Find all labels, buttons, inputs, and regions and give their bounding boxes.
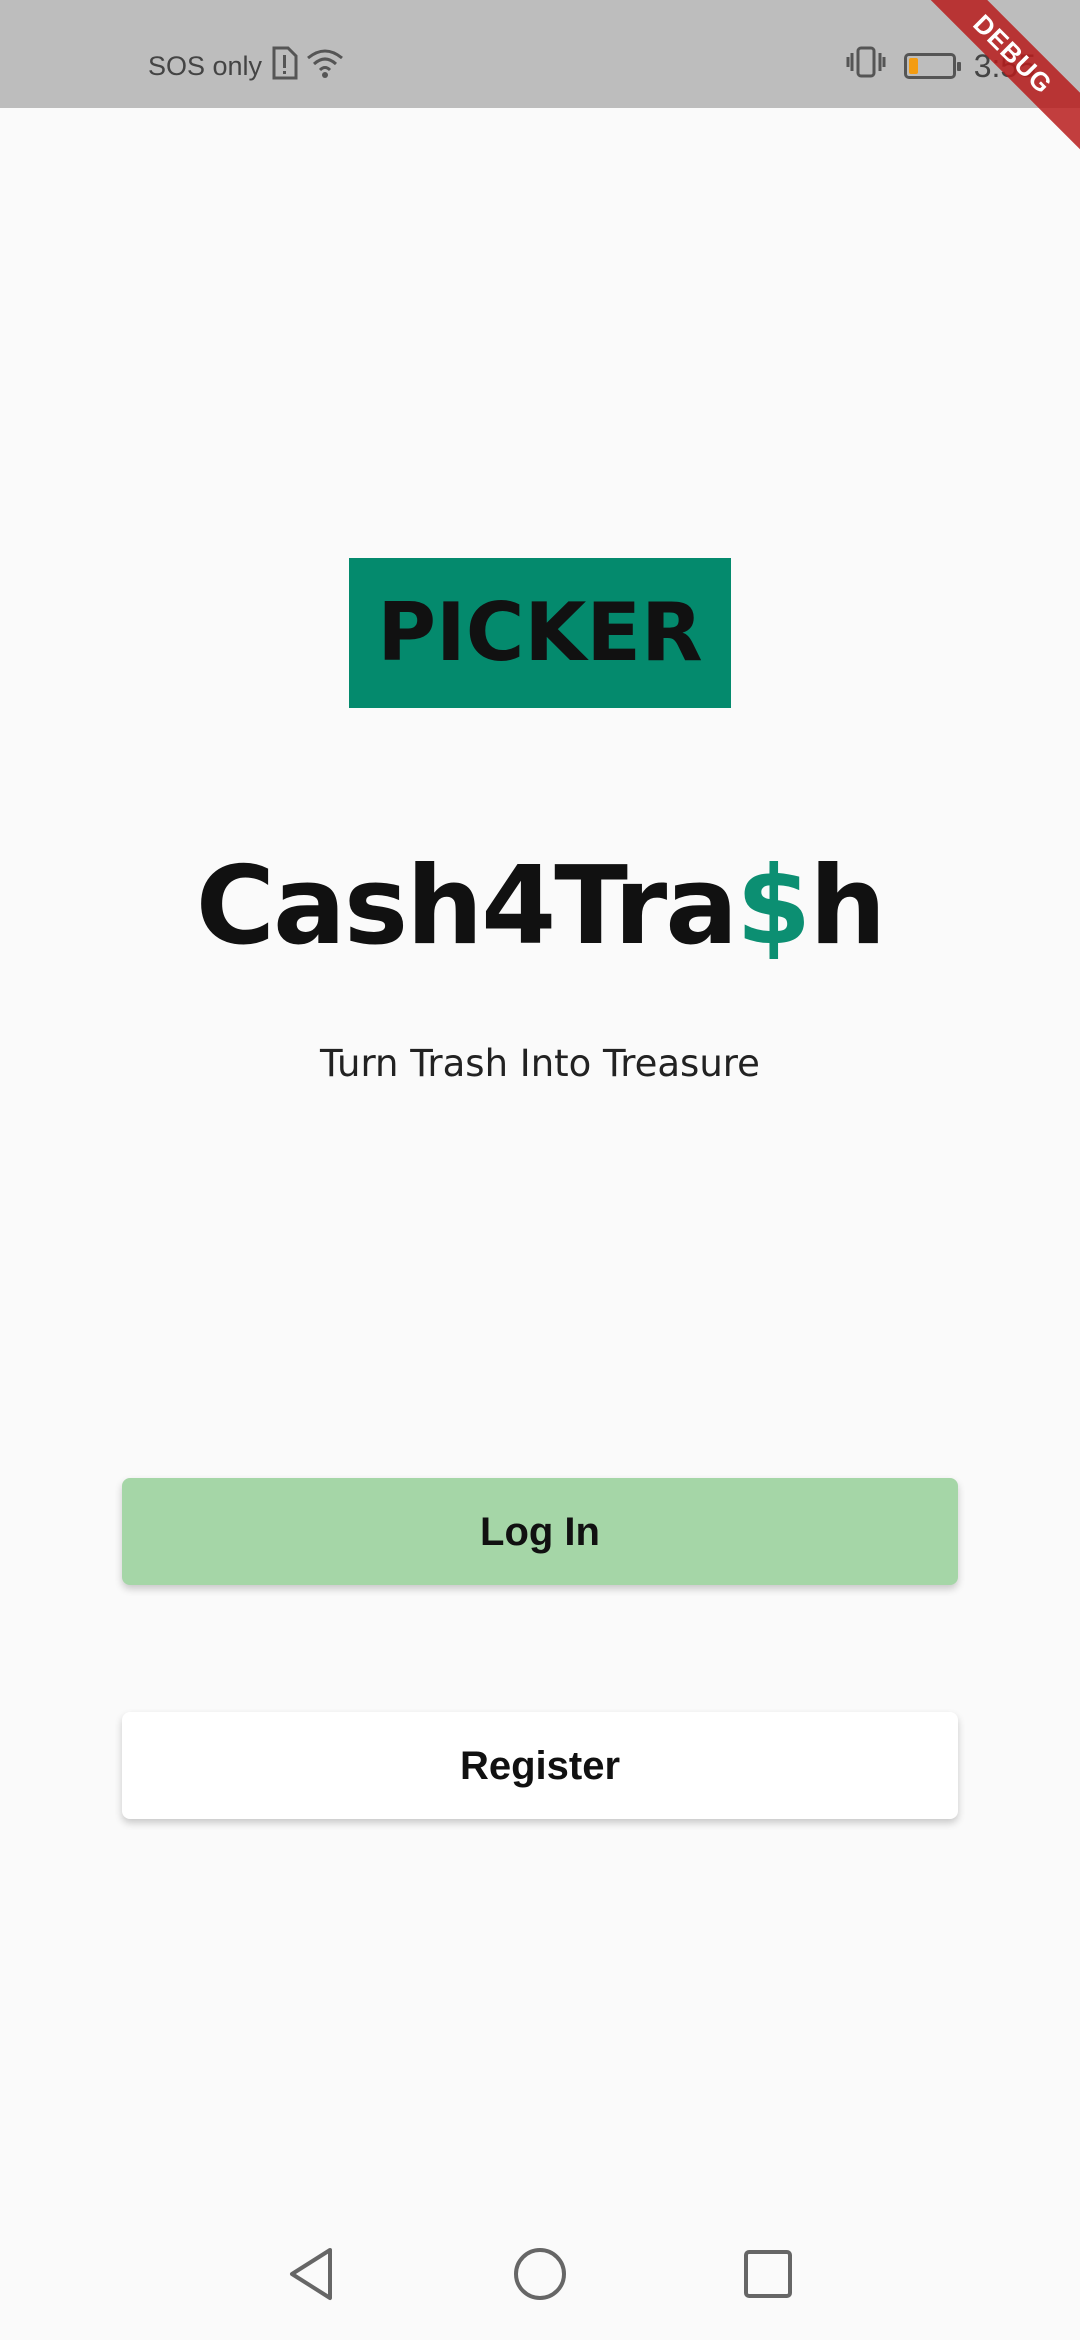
brand-title-suffix: h: [809, 844, 886, 969]
login-button[interactable]: Log In: [122, 1478, 958, 1585]
brand-title-dollar: $: [736, 844, 811, 969]
tagline: Turn Trash Into Treasure: [320, 1042, 760, 1085]
recents-icon[interactable]: [728, 2234, 808, 2314]
vibrate-icon: [846, 45, 886, 87]
register-button[interactable]: Register: [122, 1712, 958, 1819]
wifi-icon: [306, 47, 344, 86]
system-nav-bar: [0, 2214, 1080, 2340]
brand-logo-title: Cash4Tra$h: [0, 842, 1080, 972]
role-badge: PICKER: [349, 558, 731, 708]
back-icon[interactable]: [270, 2234, 350, 2314]
brand-title-prefix: Cash4Tra: [195, 844, 738, 969]
sim-alert-icon: [270, 46, 298, 87]
status-left: SOS only: [148, 46, 344, 86]
status-bar: SOS only 3:55: [0, 0, 1080, 108]
home-icon[interactable]: [500, 2234, 580, 2314]
battery-icon: [903, 53, 961, 79]
carrier-label: SOS only: [148, 50, 263, 81]
battery-level-fill: [908, 58, 918, 74]
